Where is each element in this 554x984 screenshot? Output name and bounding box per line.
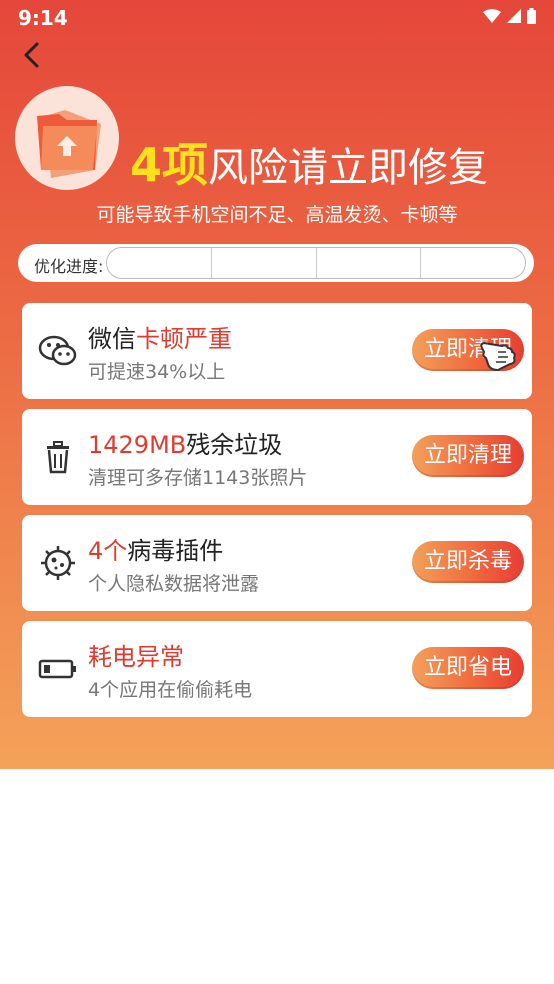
card-title-highlight: 1429MB — [88, 431, 187, 459]
card-title: 4个病毒插件 — [88, 531, 223, 566]
wifi-icon — [483, 9, 501, 23]
save-power-button[interactable]: 立即省电 — [412, 647, 524, 689]
back-arrow-icon[interactable] — [18, 40, 48, 70]
risk-card-junk: 1429MB残余垃圾 清理可多存储1143张照片 立即清理 — [22, 409, 532, 505]
cleaner-app-icon — [15, 86, 119, 190]
risk-card-virus: 4个病毒插件 个人隐私数据将泄露 立即杀毒 — [22, 515, 532, 611]
trash-icon — [47, 441, 69, 474]
progress-segment — [212, 248, 317, 278]
card-subtitle: 可提速34%以上 — [88, 361, 226, 383]
card-title-main: 残余垃圾 — [186, 431, 283, 459]
card-title-main: 微信 — [88, 325, 136, 353]
folder-icon — [37, 110, 101, 178]
card-title-highlight: 卡顿严重 — [136, 325, 232, 353]
card-title: 耗电异常 — [88, 637, 184, 672]
progress-segment — [317, 248, 422, 278]
kill-virus-button[interactable]: 立即杀毒 — [412, 541, 524, 583]
progress-bar — [106, 247, 526, 279]
status-time: 9:14 — [18, 6, 68, 30]
battery-status-icon — [527, 8, 536, 24]
optimization-progress: 优化进度: — [18, 244, 534, 282]
wechat-icon — [38, 335, 77, 366]
signal-icon — [507, 9, 521, 23]
card-subtitle: 4个应用在偷偷耗电 — [88, 679, 253, 701]
risk-card-battery: 耗电异常 4个应用在偷偷耗电 立即省电 — [22, 621, 532, 717]
headline: 4项风险请立即修复 — [130, 138, 488, 195]
clean-junk-button[interactable]: 立即清理 — [412, 435, 524, 477]
hero-background: 9:14 4项风险请立即修复 可能导致手机空间不足、高温发烫、卡顿等 优化进度: — [0, 0, 554, 769]
card-title: 1429MB残余垃圾 — [88, 425, 282, 460]
card-title-highlight: 耗电异常 — [88, 643, 184, 671]
progress-label: 优化进度: — [34, 257, 104, 276]
battery-icon — [38, 659, 76, 679]
card-title: 微信卡顿严重 — [88, 319, 232, 354]
progress-segment — [107, 248, 212, 278]
status-icons — [483, 8, 536, 24]
headline-subtitle: 可能导致手机空间不足、高温发烫、卡顿等 — [96, 204, 458, 226]
card-subtitle: 清理可多存储1143张照片 — [88, 467, 308, 489]
status-bar: 9:14 — [0, 0, 554, 34]
headline-title: 风险请立即修复 — [208, 145, 489, 191]
progress-segment — [421, 248, 525, 278]
card-title-main: 病毒插件 — [127, 537, 224, 565]
card-title-highlight: 4个 — [88, 537, 128, 565]
risk-card-wechat: 微信卡顿严重 可提速34%以上 立即清理 — [22, 303, 532, 399]
virus-icon — [41, 546, 75, 580]
card-subtitle: 个人隐私数据将泄露 — [88, 573, 260, 595]
pointing-hand-icon — [480, 342, 516, 371]
risk-count: 4项 — [130, 138, 209, 192]
